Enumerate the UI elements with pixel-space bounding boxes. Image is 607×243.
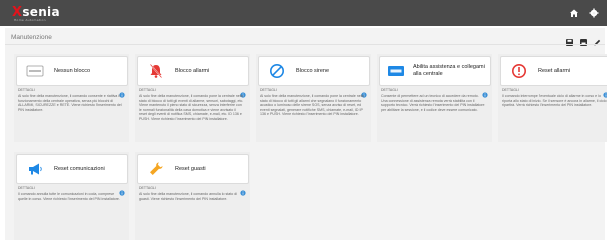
card-title: Abilita assistenza e collegami alla cent… <box>413 64 485 77</box>
card-reset-comunicazioni[interactable]: Reset comunicazioni DETTAGLI Il comando … <box>14 152 129 240</box>
info-icon[interactable] <box>240 85 246 98</box>
card-description: Al solo fine della manutenzione, il coma… <box>139 192 238 201</box>
info-icon[interactable] <box>361 85 367 98</box>
card-reset-guasti[interactable]: Reset guasti DETTAGLI Al solo fine della… <box>135 152 250 240</box>
card-title: Blocco allarmi <box>175 67 210 74</box>
megaphone-icon <box>24 160 46 178</box>
card-header[interactable]: Reset allarmi <box>500 56 607 86</box>
card-reset-allarmi[interactable]: Reset allarmi DETTAGLI Il comando interr… <box>498 54 607 142</box>
xsenia-badge-icon <box>387 62 405 80</box>
card-description: Il comando annulla tutte le comunicazion… <box>18 192 120 201</box>
save-icon[interactable] <box>566 33 573 46</box>
settings-gear-icon[interactable] <box>588 7 599 18</box>
card-description: Al solo fine della manutenzione, il coma… <box>260 94 365 117</box>
card-description: Al solo fine della manutenzione, il coma… <box>139 94 244 121</box>
wrench-icon <box>145 160 167 178</box>
details-label: DETTAGLI <box>18 186 35 190</box>
card-abilita-assistenza[interactable]: Abilita assistenza e collegami alla cent… <box>377 54 492 142</box>
card-title: Reset guasti <box>175 165 206 172</box>
maintenance-panel: Manutenzione Nessun blocco DETTAGLI Al s… <box>5 28 607 240</box>
title-divider <box>5 44 605 45</box>
card-title: Reset comunicazioni <box>54 165 105 172</box>
details-label: DETTAGLI <box>381 88 398 92</box>
card-blocco-sirene[interactable]: Blocco sirene DETTAGLI Al solo fine dell… <box>256 54 371 142</box>
details-label: DETTAGLI <box>502 88 519 92</box>
card-header[interactable]: Nessun blocco <box>16 56 128 86</box>
details-label: DETTAGLI <box>260 88 277 92</box>
details-label: DETTAGLI <box>139 186 156 190</box>
card-header[interactable]: Reset guasti <box>137 154 249 184</box>
info-icon[interactable] <box>240 183 246 196</box>
card-header[interactable]: Abilita assistenza e collegami alla cent… <box>379 56 491 86</box>
card-header[interactable]: Blocco sirene <box>258 56 370 86</box>
xsenia-logo: Xsenia Home Automation <box>12 5 60 22</box>
info-icon[interactable] <box>603 85 607 98</box>
page-title: Manutenzione <box>11 34 52 41</box>
details-label: DETTAGLI <box>18 88 35 92</box>
card-header[interactable]: Blocco allarmi <box>137 56 249 86</box>
home-icon[interactable] <box>568 7 579 18</box>
top-bar: Xsenia Home Automation <box>0 0 607 26</box>
card-description: Il comando interrompe l'eventuale ciclo … <box>502 94 607 108</box>
card-nessun-blocco[interactable]: Nessun blocco DETTAGLI Al solo fine dell… <box>14 54 129 142</box>
card-title: Nessun blocco <box>54 67 91 74</box>
info-icon[interactable] <box>119 85 125 98</box>
card-title: Blocco sirene <box>296 67 330 74</box>
no-icon <box>24 62 46 80</box>
card-blocco-allarmi[interactable]: Blocco allarmi DETTAGLI Al solo fine del… <box>135 54 250 142</box>
info-icon[interactable] <box>119 183 125 196</box>
card-description: Consente di permettere ad un tecnico di … <box>381 94 485 112</box>
card-header[interactable]: Reset comunicazioni <box>16 154 128 184</box>
bell-slash-icon <box>145 62 167 80</box>
info-icon[interactable] <box>482 85 488 98</box>
ban-icon <box>266 62 288 80</box>
save-all-icon[interactable] <box>580 33 587 46</box>
details-label: DETTAGLI <box>139 88 156 92</box>
edit-pencil-icon[interactable] <box>594 33 601 46</box>
card-title: Reset allarmi <box>538 67 571 74</box>
alert-circle-icon <box>508 62 530 80</box>
card-description: Al solo fine della manutenzione, il coma… <box>18 94 122 112</box>
